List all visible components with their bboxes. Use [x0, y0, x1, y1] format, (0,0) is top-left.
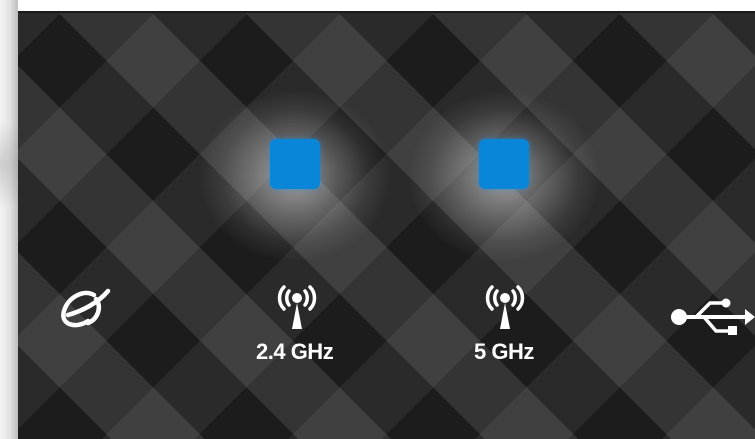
band-label-24ghz: 2.4 GHz [256, 339, 334, 364]
wireless-antenna-icon-24ghz [277, 285, 317, 329]
globe-icon [61, 288, 111, 328]
led-24ghz [270, 139, 320, 189]
router-panel-view: 2.4 GHz 5 GHz [0, 0, 755, 439]
led-indicator-panel: 2.4 GHz 5 GHz [18, 13, 755, 439]
usb-icon [671, 298, 755, 335]
led-5ghz [479, 139, 529, 189]
wireless-antenna-icon-5ghz [485, 285, 525, 329]
band-label-5ghz: 5 GHz [474, 339, 534, 364]
device-frame-edge [0, 0, 18, 439]
